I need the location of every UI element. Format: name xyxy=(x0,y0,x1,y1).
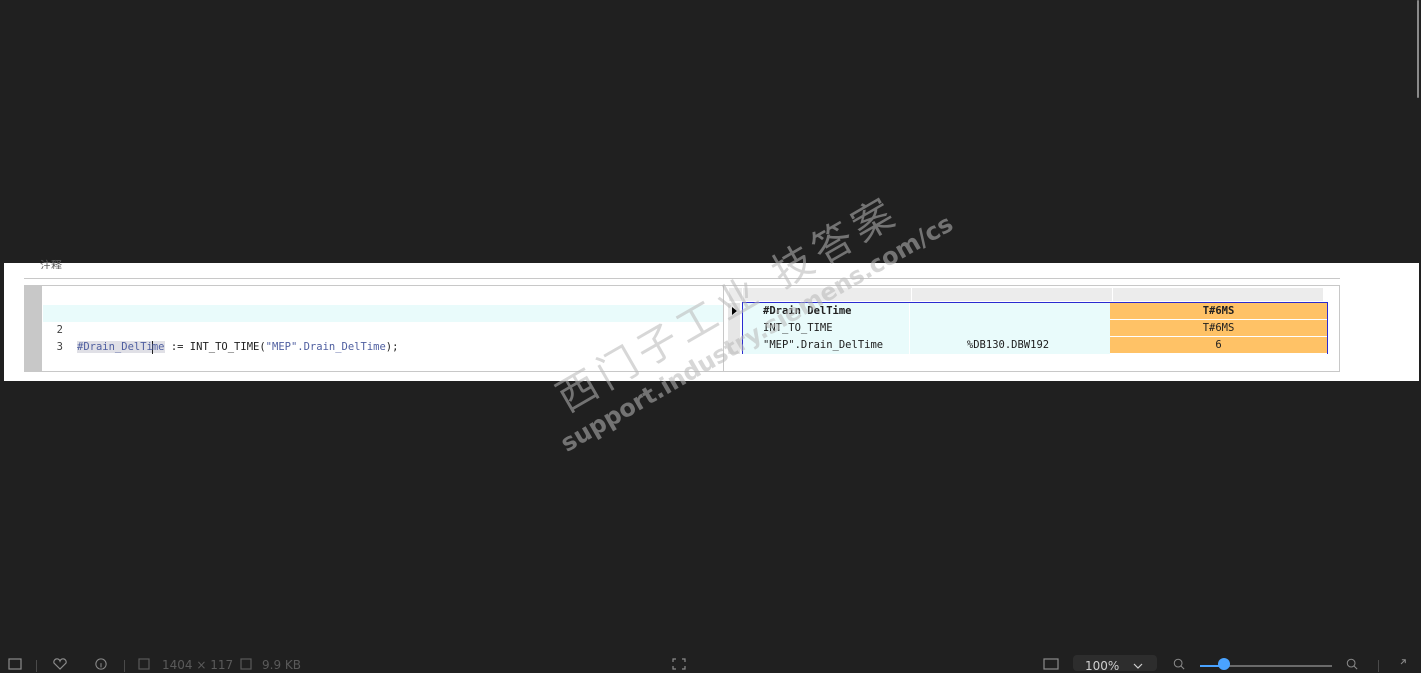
code-line-2[interactable]: 2 #Drain_DelTime := INT_TO_TIME("MEP".Dr… xyxy=(43,305,723,354)
image-dimensions: 1404 × 117 xyxy=(162,658,234,672)
file-size: 9.9 KB xyxy=(262,658,301,672)
code-line-3: 3 xyxy=(43,322,723,353)
image-viewer-canvas: 注释 1 2 #Drain_DelTime := INT_TO_TIME("ME… xyxy=(0,0,1421,673)
status-divider xyxy=(1378,660,1379,672)
zoom-slider-thumb[interactable] xyxy=(1217,658,1230,670)
crop-icon[interactable] xyxy=(672,658,686,670)
monitor-operand: INT_TO_TIME xyxy=(763,322,833,334)
scl-editor: 1 2 #Drain_DelTime := INT_TO_TIME("MEP".… xyxy=(24,285,1340,372)
header-cell xyxy=(743,288,912,301)
expand-icon[interactable] xyxy=(1394,658,1408,670)
screenshot-image: 注释 1 2 #Drain_DelTime := INT_TO_TIME("ME… xyxy=(0,259,1419,381)
monitor-row[interactable]: "MEP".Drain_DelTime %DB130.DBW192 6 xyxy=(743,337,1327,354)
zoom-in-icon[interactable] xyxy=(1345,658,1359,670)
global-variable-token: "MEP".Drain_DelTime xyxy=(265,341,386,353)
heart-icon[interactable] xyxy=(52,658,68,670)
gallery-icon[interactable] xyxy=(8,658,22,670)
header-cell xyxy=(1113,288,1324,301)
fit-to-window-icon[interactable] xyxy=(1043,658,1059,670)
zoom-level: 100% xyxy=(1085,659,1120,673)
monitor-header xyxy=(729,288,1324,301)
editor-gutter xyxy=(25,286,42,371)
vertical-scrollbar[interactable] xyxy=(1417,0,1419,98)
monitor-operand: #Drain DelTime xyxy=(763,305,852,317)
monitor-pane: #Drain DelTime T#6MS INT_TO_TIME T#6MS "… xyxy=(725,286,1328,371)
image-size-icon xyxy=(138,658,150,670)
header-cell xyxy=(912,288,1113,301)
cell-separator xyxy=(909,303,910,320)
file-size-icon xyxy=(240,658,252,670)
status-divider xyxy=(124,660,125,672)
operator-token: := INT_TO_TIME( xyxy=(164,341,266,353)
monitor-row[interactable]: #Drain DelTime T#6MS xyxy=(743,303,1327,320)
closing-token: ); xyxy=(385,341,399,353)
chevron-down-icon xyxy=(1133,663,1143,669)
code-statement: #Drain_DelTime := INT_TO_TIME("MEP".Drai… xyxy=(77,339,398,356)
comment-label: 注释 xyxy=(40,259,62,269)
viewer-status-bar: 1404 × 117 9.9 KB 100% xyxy=(0,652,1421,673)
row-marker-column xyxy=(728,320,740,354)
monitor-value: 6 xyxy=(1110,337,1327,354)
monitor-value: T#6MS xyxy=(1110,320,1327,337)
play-marker-icon xyxy=(732,307,737,315)
comment-divider xyxy=(24,278,1340,279)
line-number: 3 xyxy=(56,341,63,353)
zoom-out-icon[interactable] xyxy=(1172,658,1186,670)
row-marker[interactable] xyxy=(728,303,740,320)
code-line-1: 1 xyxy=(43,288,723,319)
info-icon[interactable] xyxy=(94,658,108,670)
cell-separator xyxy=(909,320,910,337)
code-pane: 1 2 #Drain_DelTime := INT_TO_TIME("MEP".… xyxy=(43,286,724,371)
status-divider xyxy=(36,660,37,672)
monitor-operand: "MEP".Drain_DelTime xyxy=(763,339,884,351)
monitor-value: T#6MS xyxy=(1110,303,1327,320)
header-cell xyxy=(729,288,743,301)
monitor-address: %DB130.DBW192 xyxy=(966,339,1050,351)
monitor-table: #Drain DelTime T#6MS INT_TO_TIME T#6MS "… xyxy=(742,302,1328,354)
monitor-row[interactable]: INT_TO_TIME T#6MS xyxy=(743,320,1327,337)
